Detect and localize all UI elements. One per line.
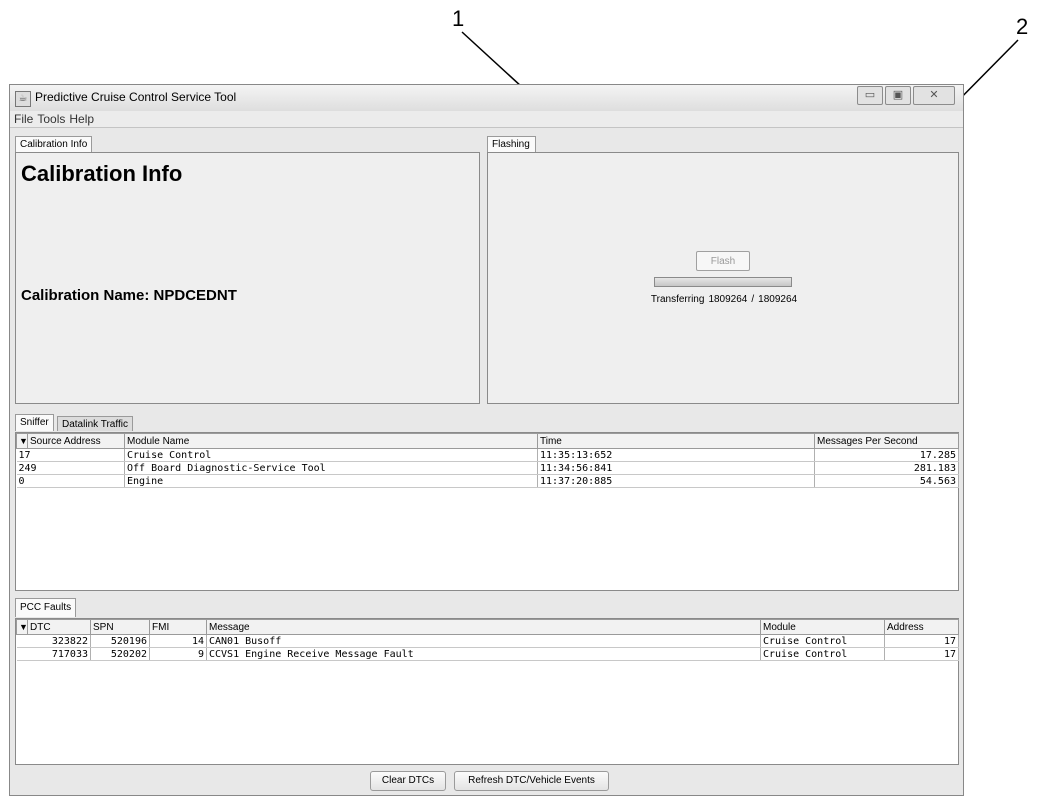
menu-tools[interactable]: Tools [37, 111, 65, 127]
callout-2: 2 [1016, 14, 1029, 39]
refresh-dtc-button[interactable]: Refresh DTC/Vehicle Events [454, 771, 609, 791]
maximize-button[interactable]: ▣ [885, 86, 911, 105]
transfer-transferred: 1809264 [708, 294, 748, 305]
flash-progress-bar [654, 277, 792, 287]
cell-source-address: 0 [16, 474, 125, 488]
tab-datalink-traffic[interactable]: Datalink Traffic [57, 416, 133, 431]
window-title: Predictive Cruise Control Service Tool [35, 90, 237, 104]
col-message[interactable]: Message [206, 619, 761, 635]
cell-source-address: 17 [16, 448, 125, 462]
cell-time: 11:35:13:652 [537, 448, 815, 462]
transfer-status: Transferring 1809264/1809264 [624, 294, 824, 305]
col-module-name[interactable]: Module Name [124, 433, 538, 449]
app-window: ☕ Predictive Cruise Control Service Tool… [9, 84, 964, 796]
title-bar[interactable]: ☕ Predictive Cruise Control Service Tool… [10, 85, 963, 112]
close-button[interactable]: ✕ [913, 86, 955, 105]
col-fmi[interactable]: FMI [149, 619, 207, 635]
calibration-info-panel: Calibration Info Calibration Name: NPDCE… [15, 152, 480, 404]
flashing-panel: Flash Transferring 1809264/1809264 [487, 152, 959, 404]
cell-messages-per-second: 17.285 [814, 448, 959, 462]
col-spn[interactable]: SPN [90, 619, 150, 635]
cell-module: Cruise Control [760, 647, 885, 661]
sniffer-filter-toggle[interactable]: ▼ [16, 433, 28, 449]
col-source-address[interactable]: Source Address [27, 433, 125, 449]
tab-calibration-info[interactable]: Calibration Info [15, 136, 93, 153]
cell-time: 11:37:20:885 [537, 474, 815, 488]
cell-module-name: Cruise Control [124, 448, 538, 462]
cell-source-address: 249 [16, 461, 125, 475]
tab-pcc-faults[interactable]: PCC Faults [15, 598, 77, 617]
cell-module-name: Engine [124, 474, 538, 488]
cell-spn: 520196 [90, 634, 150, 648]
clear-dtcs-button[interactable]: Clear DTCs [370, 771, 446, 791]
transfer-total: 1809264 [758, 294, 798, 305]
java-app-icon: ☕ [15, 91, 31, 107]
transfer-separator: / [751, 294, 755, 305]
calibration-name: Calibration Name: NPDCEDNT [21, 287, 237, 304]
cell-address: 17 [884, 634, 959, 648]
cell-address: 17 [884, 647, 959, 661]
table-row[interactable]: 17 Cruise Control 11:35:13:652 17.285 [16, 448, 959, 462]
sniffer-table: ▼ Source Address Module Name Time Messag… [16, 433, 959, 488]
col-dtc[interactable]: DTC [27, 619, 91, 635]
table-row[interactable]: 323822 520196 14 CAN01 Busoff Cruise Con… [16, 634, 959, 648]
table-row[interactable]: 0 Engine 11:37:20:885 54.563 [16, 474, 959, 488]
calibration-heading: Calibration Info [21, 161, 183, 186]
flash-progress-fill [655, 278, 791, 286]
tab-sniffer[interactable]: Sniffer [15, 414, 54, 431]
col-module[interactable]: Module [760, 619, 885, 635]
cell-fmi: 14 [149, 634, 207, 648]
cell-dtc: 323822 [16, 634, 91, 648]
minimize-button[interactable]: ▭ [857, 86, 883, 105]
funnel-icon: ▼ [19, 435, 28, 446]
cell-fmi: 9 [149, 647, 207, 661]
table-row[interactable]: 249 Off Board Diagnostic-Service Tool 11… [16, 461, 959, 475]
col-time[interactable]: Time [537, 433, 815, 449]
col-address[interactable]: Address [884, 619, 959, 635]
cell-time: 11:34:56:841 [537, 461, 815, 475]
cell-module: Cruise Control [760, 634, 885, 648]
table-row[interactable]: 717033 520202 9 CCVS1 Engine Receive Mes… [16, 647, 959, 661]
cell-message: CCVS1 Engine Receive Message Fault [206, 647, 761, 661]
col-messages-per-second[interactable]: Messages Per Second [814, 433, 959, 449]
flash-button[interactable]: Flash [696, 251, 750, 271]
cell-messages-per-second: 281.183 [814, 461, 959, 475]
callout-1: 1 [452, 6, 465, 31]
cell-dtc: 717033 [16, 647, 91, 661]
cell-spn: 520202 [90, 647, 150, 661]
transfer-label: Transferring [650, 294, 705, 305]
cell-messages-per-second: 54.563 [814, 474, 959, 488]
menu-bar: File Tools Help [10, 111, 963, 128]
funnel-icon: ▼ [19, 621, 28, 632]
faults-table: ▼ DTC SPN FMI Message Module Address 323… [16, 619, 959, 661]
faults-filter-toggle[interactable]: ▼ [16, 619, 28, 635]
menu-help[interactable]: Help [69, 111, 94, 127]
menu-file[interactable]: File [14, 111, 33, 127]
tab-flashing[interactable]: Flashing [487, 136, 536, 153]
cell-module-name: Off Board Diagnostic-Service Tool [124, 461, 538, 475]
cell-message: CAN01 Busoff [206, 634, 761, 648]
